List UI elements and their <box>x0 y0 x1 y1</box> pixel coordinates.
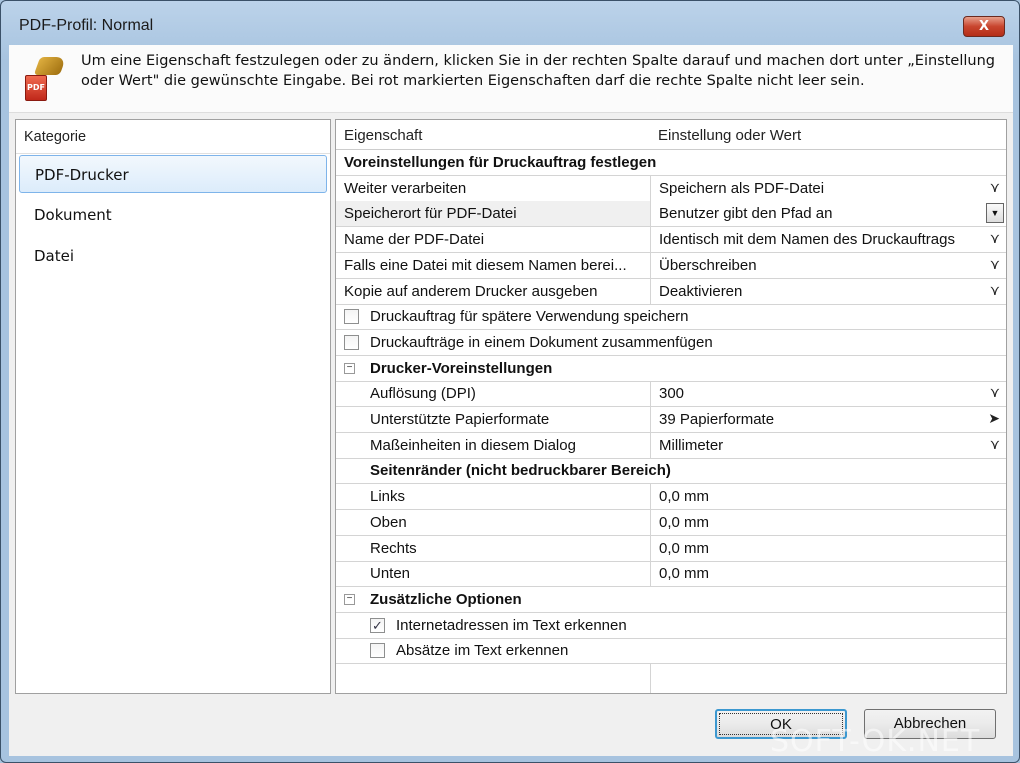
dropdown-arrow-icon[interactable]: ⋎ <box>990 256 1000 273</box>
dropdown-arrow-icon[interactable]: ⋎ <box>990 179 1000 196</box>
checkbox[interactable] <box>370 643 385 659</box>
dropdown-arrow-icon[interactable]: ⋎ <box>990 384 1000 401</box>
grid-row[interactable]: Absätze im Text erkennen <box>336 638 1006 665</box>
checkbox-label: Absätze im Text erkennen <box>396 642 569 660</box>
column-divider <box>650 664 651 693</box>
value-text: 0,0 mm <box>659 565 710 583</box>
checkbox[interactable]: ✓ <box>370 617 385 633</box>
group-label: Drucker-Voreinstellungen <box>370 359 553 377</box>
property-value[interactable]: 0,0 mm <box>650 561 1006 587</box>
grid-row[interactable]: Links 0,0 mm <box>336 484 1006 511</box>
collapse-icon[interactable]: − <box>344 362 355 374</box>
value-text: Speichern als PDF-Datei <box>659 179 825 197</box>
group-label: Zusätzliche Optionen <box>370 590 522 608</box>
grid-row[interactable]: − Drucker-Voreinstellungen <box>336 356 1006 382</box>
checkbox-label: Internetadressen im Text erkennen <box>396 616 627 634</box>
grid-row[interactable]: Seitenränder (nicht bedruckbarer Bereich… <box>336 458 1006 485</box>
expand-arrow-icon[interactable]: ➤ <box>988 410 1000 427</box>
value-text: Deaktivieren <box>659 282 743 300</box>
checkbox[interactable] <box>344 309 359 325</box>
property-value[interactable]: Identisch mit dem Namen des Druckauftrag… <box>650 227 1006 253</box>
grid-row[interactable]: Name der PDF-Datei Identisch mit dem Name… <box>336 227 1006 254</box>
property-value[interactable]: 300 ⋎ <box>650 381 1006 407</box>
property-label: Unten <box>370 565 411 583</box>
property-label: Rechts <box>370 539 417 557</box>
property-value[interactable]: 0,0 mm <box>650 535 1006 561</box>
grid-row[interactable]: Weiter verarbeiten Speichern als PDF-Date… <box>336 175 1006 202</box>
category-item-pdf-drucker[interactable]: PDF-Drucker <box>19 155 327 193</box>
dropdown-arrow-icon[interactable]: ⋎ <box>990 230 1000 247</box>
value-text: 0,0 mm <box>659 539 710 557</box>
grid-row[interactable]: Voreinstellungen für Druckauftrag festle… <box>336 150 1006 176</box>
close-button[interactable]: X <box>963 16 1005 37</box>
column-header-value[interactable]: Einstellung oder Wert <box>658 127 801 144</box>
window-title: PDF-Profil: Normal <box>19 17 154 34</box>
column-header-property[interactable]: Eigenschaft <box>344 127 422 144</box>
property-label: Links <box>370 488 406 506</box>
info-text: Um eine Eigenschaft festzulegen oder zu … <box>81 53 995 89</box>
property-label: Name der PDF-Datei <box>344 231 485 249</box>
property-label: Oben <box>370 513 407 531</box>
watermark: SOFT-OK.NET <box>770 724 981 759</box>
grid-row[interactable]: Auflösung (DPI) 300 ⋎ <box>336 381 1006 408</box>
property-label: Kopie auf anderem Drucker ausgeben <box>344 282 598 300</box>
value-text: 0,0 mm <box>659 488 710 506</box>
property-value[interactable]: Speichern als PDF-Datei ⋎ <box>650 175 1006 201</box>
property-label: Maßeinheiten in diesem Dialog <box>370 436 576 454</box>
grid-row[interactable]: Unten 0,0 mm <box>336 561 1006 588</box>
value-text: Millimeter <box>659 436 724 454</box>
value-text: 300 <box>659 385 685 403</box>
collapse-icon[interactable]: − <box>344 593 355 605</box>
property-grid: Eigenschaft Einstellung oder Wert Vorein… <box>335 119 1007 694</box>
combo-dropdown-button[interactable]: ▼ <box>986 203 1004 224</box>
property-label: Speicherort für PDF-Datei <box>344 205 517 223</box>
property-label: Unterstützte Papierformate <box>370 411 550 428</box>
category-item-datei[interactable]: Datei <box>19 237 327 275</box>
pdf-icon: PDF <box>25 75 47 101</box>
grid-row[interactable]: Rechts 0,0 mm <box>336 535 1006 562</box>
property-label: Falls eine Datei mit diesem Namen berei.… <box>344 256 627 274</box>
grid-row[interactable]: Druckaufträge in einem Dokument zusammen… <box>336 330 1006 356</box>
property-value[interactable]: Deaktivieren ⋎ <box>650 278 1006 304</box>
dropdown-arrow-icon[interactable]: ⋎ <box>990 436 1000 453</box>
grid-row[interactable]: Kopie auf anderem Drucker ausgeben Deakti… <box>336 278 1006 305</box>
info-banner: PDF Um eine Eigenschaft festzulegen oder… <box>9 45 1013 113</box>
property-label: Auflösung (DPI) <box>370 385 476 403</box>
value-text: 39 Papierformate <box>659 411 775 428</box>
grid-row[interactable]: Oben 0,0 mm <box>336 509 1006 536</box>
section-label: Seitenränder (nicht bedruckbarer Bereich… <box>370 462 671 480</box>
category-header: Kategorie <box>16 120 330 154</box>
checkbox-label: Druckauftrag für spätere Verwendung spei… <box>370 308 689 326</box>
property-value[interactable]: 39 Papierformate ➤ <box>650 407 1006 432</box>
property-value[interactable]: 0,0 mm <box>650 484 1006 510</box>
grid-row[interactable]: Unterstützte Papierformate 39 Papierforma… <box>336 407 1006 433</box>
checkbox[interactable] <box>344 334 359 350</box>
property-value[interactable]: Millimeter ⋎ <box>650 432 1006 458</box>
grid-row[interactable]: ✓ Internetadressen im Text erkennen <box>336 613 1006 639</box>
grid-row[interactable]: Falls eine Datei mit diesem Namen berei.… <box>336 252 1006 279</box>
dropdown-arrow-icon[interactable]: ⋎ <box>990 282 1000 299</box>
grid-header: Eigenschaft Einstellung oder Wert <box>336 120 1006 150</box>
value-text: Benutzer gibt den Pfad an <box>659 205 833 223</box>
grid-row[interactable]: Druckauftrag für spätere Verwendung spei… <box>336 304 1006 331</box>
section-label: Voreinstellungen für Druckauftrag festle… <box>344 154 657 171</box>
value-text: Identisch mit dem Namen des Druckauftrag… <box>659 231 955 249</box>
hand-icon <box>33 57 67 75</box>
value-text: Überschreiben <box>659 256 757 274</box>
property-label: Weiter verarbeiten <box>344 179 467 197</box>
checkbox-label: Druckaufträge in einem Dokument zusammen… <box>370 333 713 351</box>
grid-row[interactable]: − Zusätzliche Optionen <box>336 587 1006 613</box>
category-list: Kategorie PDF-Drucker Dokument Datei <box>15 119 331 694</box>
property-value[interactable]: Überschreiben ⋎ <box>650 252 1006 278</box>
property-value[interactable]: 0,0 mm <box>650 509 1006 535</box>
grid-row[interactable]: Speicherort für PDF-Datei Benutzer gibt d… <box>336 201 1006 228</box>
value-text: 0,0 mm <box>659 513 710 531</box>
grid-row[interactable]: Maßeinheiten in diesem Dialog Millimeter ⋎ <box>336 432 1006 459</box>
category-item-dokument[interactable]: Dokument <box>19 196 327 234</box>
property-value[interactable]: Benutzer gibt den Pfad an ▼ <box>650 201 1006 227</box>
dialog-client: PDF Um eine Eigenschaft festzulegen oder… <box>9 45 1013 756</box>
dialog-window: PDF-Profil: Normal X PDF Um eine Eigensc… <box>0 0 1020 763</box>
